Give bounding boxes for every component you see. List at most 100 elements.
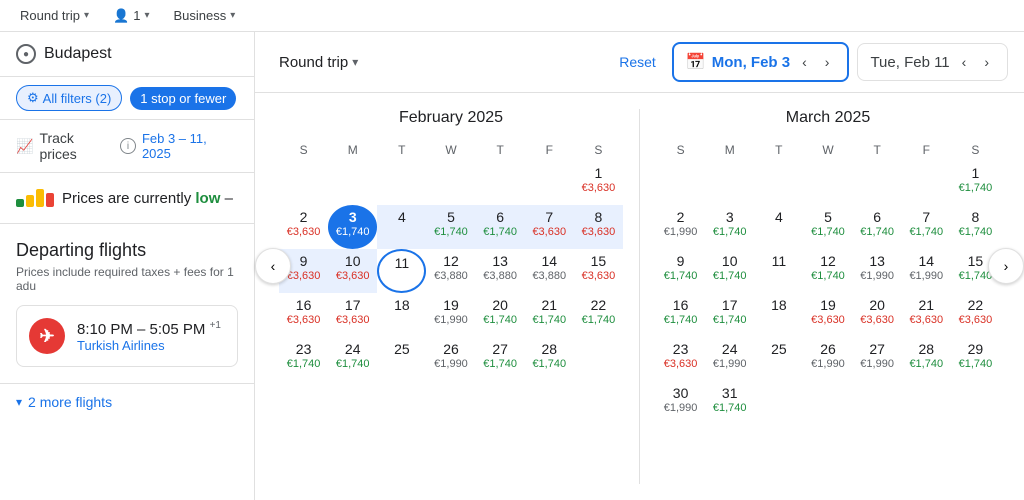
calendar-trip-type[interactable]: Round trip ▾ xyxy=(271,50,366,75)
calendar-day-cell[interactable]: 10€1,740 xyxy=(705,249,754,293)
calendar-day-cell[interactable]: 27€1,990 xyxy=(853,337,902,381)
calendar-day-cell[interactable]: 19€1,990 xyxy=(426,293,475,337)
day-price: €1,990 xyxy=(434,314,468,327)
calendar-day-cell[interactable]: 9€1,740 xyxy=(656,249,705,293)
calendar-day-cell[interactable]: 27€1,740 xyxy=(476,337,525,381)
departing-flights: Departing flights Prices include require… xyxy=(0,224,254,383)
dow-label: S xyxy=(951,139,1000,161)
calendar-day-cell[interactable]: 17€3,630 xyxy=(328,293,377,337)
calendar-day-cell[interactable]: 22€1,740 xyxy=(574,293,623,337)
calendar-day-cell[interactable]: 31€1,740 xyxy=(705,381,754,425)
calendar-day-cell[interactable]: 19€3,630 xyxy=(803,293,852,337)
price-bar-3 xyxy=(36,189,44,207)
calendar-day-cell[interactable]: 26€1,990 xyxy=(803,337,852,381)
info-icon[interactable]: i xyxy=(120,138,136,154)
calendar-day-cell[interactable]: 16€3,630 xyxy=(279,293,328,337)
passengers-count: 1 xyxy=(133,8,140,23)
calendar-day-cell[interactable]: 1€1,740 xyxy=(951,161,1000,205)
calendar-day-cell xyxy=(803,381,852,425)
day-price: €3,630 xyxy=(909,314,943,327)
calendar-day-cell[interactable]: 23€1,740 xyxy=(279,337,328,381)
calendar-day-cell[interactable]: 17€1,740 xyxy=(705,293,754,337)
calendar-day-cell[interactable]: 21€3,630 xyxy=(902,293,951,337)
calendar-day-cell[interactable]: 18 xyxy=(754,293,803,337)
calendar-day-cell[interactable]: 4 xyxy=(754,205,803,249)
cabin-selector[interactable]: Business ▾ xyxy=(165,6,243,25)
flight-card[interactable]: ✈ 8:10 PM – 5:05 PM +1 Turkish Airlines xyxy=(16,305,238,367)
date-from-picker[interactable]: 📅 Mon, Feb 3 ‹ › xyxy=(672,42,850,82)
calendar-day-cell[interactable]: 2€3,630 xyxy=(279,205,328,249)
calendar-day-cell[interactable]: 20€3,630 xyxy=(853,293,902,337)
dow-label: T xyxy=(754,139,803,161)
calendar-day-cell[interactable]: 5€1,740 xyxy=(426,205,475,249)
passengers-selector[interactable]: 👤 1 ▾ xyxy=(105,6,157,26)
day-price: €3,630 xyxy=(582,270,616,283)
calendar-day-cell[interactable]: 22€3,630 xyxy=(951,293,1000,337)
calendar-day-cell[interactable]: 11 xyxy=(377,249,426,293)
stop-filter-label: 1 stop or fewer xyxy=(140,91,226,106)
calendar-day-cell[interactable]: 15€3,630 xyxy=(574,249,623,293)
calendar-day-cell[interactable]: 29€1,740 xyxy=(951,337,1000,381)
calendar-next-button[interactable]: › xyxy=(988,248,1024,284)
calendar-day-cell[interactable]: 25 xyxy=(377,337,426,381)
calendar-day-cell[interactable]: 8€3,630 xyxy=(574,205,623,249)
trip-type-chevron: ▾ xyxy=(84,10,89,21)
calendar-day-cell[interactable]: 7€3,630 xyxy=(525,205,574,249)
day-number: 15 xyxy=(968,253,984,270)
calendar-day-cell[interactable]: 2€1,990 xyxy=(656,205,705,249)
calendar-day-cell[interactable]: 10€3,630 xyxy=(328,249,377,293)
calendar-day-cell[interactable]: 26€1,990 xyxy=(426,337,475,381)
more-flights-button[interactable]: ▾ 2 more flights xyxy=(0,383,254,420)
calendar-day-cell[interactable]: 14€1,990 xyxy=(902,249,951,293)
calendar-day-cell[interactable]: 4 xyxy=(377,205,426,249)
date-to-next[interactable]: › xyxy=(978,50,995,74)
date-to-picker[interactable]: Tue, Feb 11 ‹ › xyxy=(857,43,1008,81)
calendar-day-cell[interactable]: 14€3,880 xyxy=(525,249,574,293)
calendar-day-cell[interactable]: 6€1,740 xyxy=(476,205,525,249)
calendar-day-cell[interactable]: 11 xyxy=(754,249,803,293)
calendar-day-cell[interactable]: 21€1,740 xyxy=(525,293,574,337)
date-from-prev[interactable]: ‹ xyxy=(796,50,813,74)
day-price: €1,740 xyxy=(713,226,747,239)
calendar-day-cell[interactable]: 3€1,740 xyxy=(705,205,754,249)
calendar-day-cell[interactable]: 5€1,740 xyxy=(803,205,852,249)
track-prices-row[interactable]: 📈 Track prices i Feb 3 – 11, 2025 xyxy=(0,120,254,173)
all-filters-button[interactable]: ⚙ All filters (2) xyxy=(16,85,122,111)
calendar-day-cell[interactable]: 18 xyxy=(377,293,426,337)
date-from-next[interactable]: › xyxy=(819,50,836,74)
calendar-day-cell[interactable]: 20€1,740 xyxy=(476,293,525,337)
calendar-day-cell[interactable]: 12€3,880 xyxy=(426,249,475,293)
day-price: €3,880 xyxy=(434,270,468,283)
date-to-prev[interactable]: ‹ xyxy=(956,50,973,74)
stop-filter-button[interactable]: 1 stop or fewer xyxy=(130,87,236,110)
day-price: €1,740 xyxy=(287,358,321,371)
calendar-day-cell[interactable]: 12€1,740 xyxy=(803,249,852,293)
calendar-day-cell[interactable]: 30€1,990 xyxy=(656,381,705,425)
calendar-day-cell[interactable]: 1€3,630 xyxy=(574,161,623,205)
calendar-day-cell[interactable]: 24€1,990 xyxy=(705,337,754,381)
calendar-day-cell[interactable]: 7€1,740 xyxy=(902,205,951,249)
reset-button[interactable]: Reset xyxy=(611,50,664,74)
calendar-day-cell[interactable]: 16€1,740 xyxy=(656,293,705,337)
trip-type-selector[interactable]: Round trip ▾ xyxy=(12,6,97,25)
day-number: 6 xyxy=(496,209,504,226)
calendar-prev-button[interactable]: ‹ xyxy=(255,248,291,284)
calendar-day-cell[interactable]: 28€1,740 xyxy=(902,337,951,381)
calendar-day-cell[interactable]: 28€1,740 xyxy=(525,337,574,381)
day-number: 8 xyxy=(972,209,980,226)
calendar-day-cell[interactable]: 24€1,740 xyxy=(328,337,377,381)
day-price: €1,990 xyxy=(811,358,845,371)
calendar-day-cell[interactable]: 13€3,880 xyxy=(476,249,525,293)
calendar-day-cell[interactable]: 25 xyxy=(754,337,803,381)
day-price: €1,990 xyxy=(664,226,698,239)
calendar-day-cell[interactable]: 8€1,740 xyxy=(951,205,1000,249)
calendar-day-cell[interactable]: 3€1,740 xyxy=(328,205,377,249)
cabin-label: Business xyxy=(173,8,226,23)
day-number: 13 xyxy=(492,253,508,270)
calendar-day-cell xyxy=(279,161,328,205)
calendar-day-cell[interactable]: 23€3,630 xyxy=(656,337,705,381)
calendar-day-cell[interactable]: 6€1,740 xyxy=(853,205,902,249)
dow-label: F xyxy=(902,139,951,161)
calendar-day-cell[interactable]: 13€1,990 xyxy=(853,249,902,293)
day-price: €3,630 xyxy=(336,314,370,327)
